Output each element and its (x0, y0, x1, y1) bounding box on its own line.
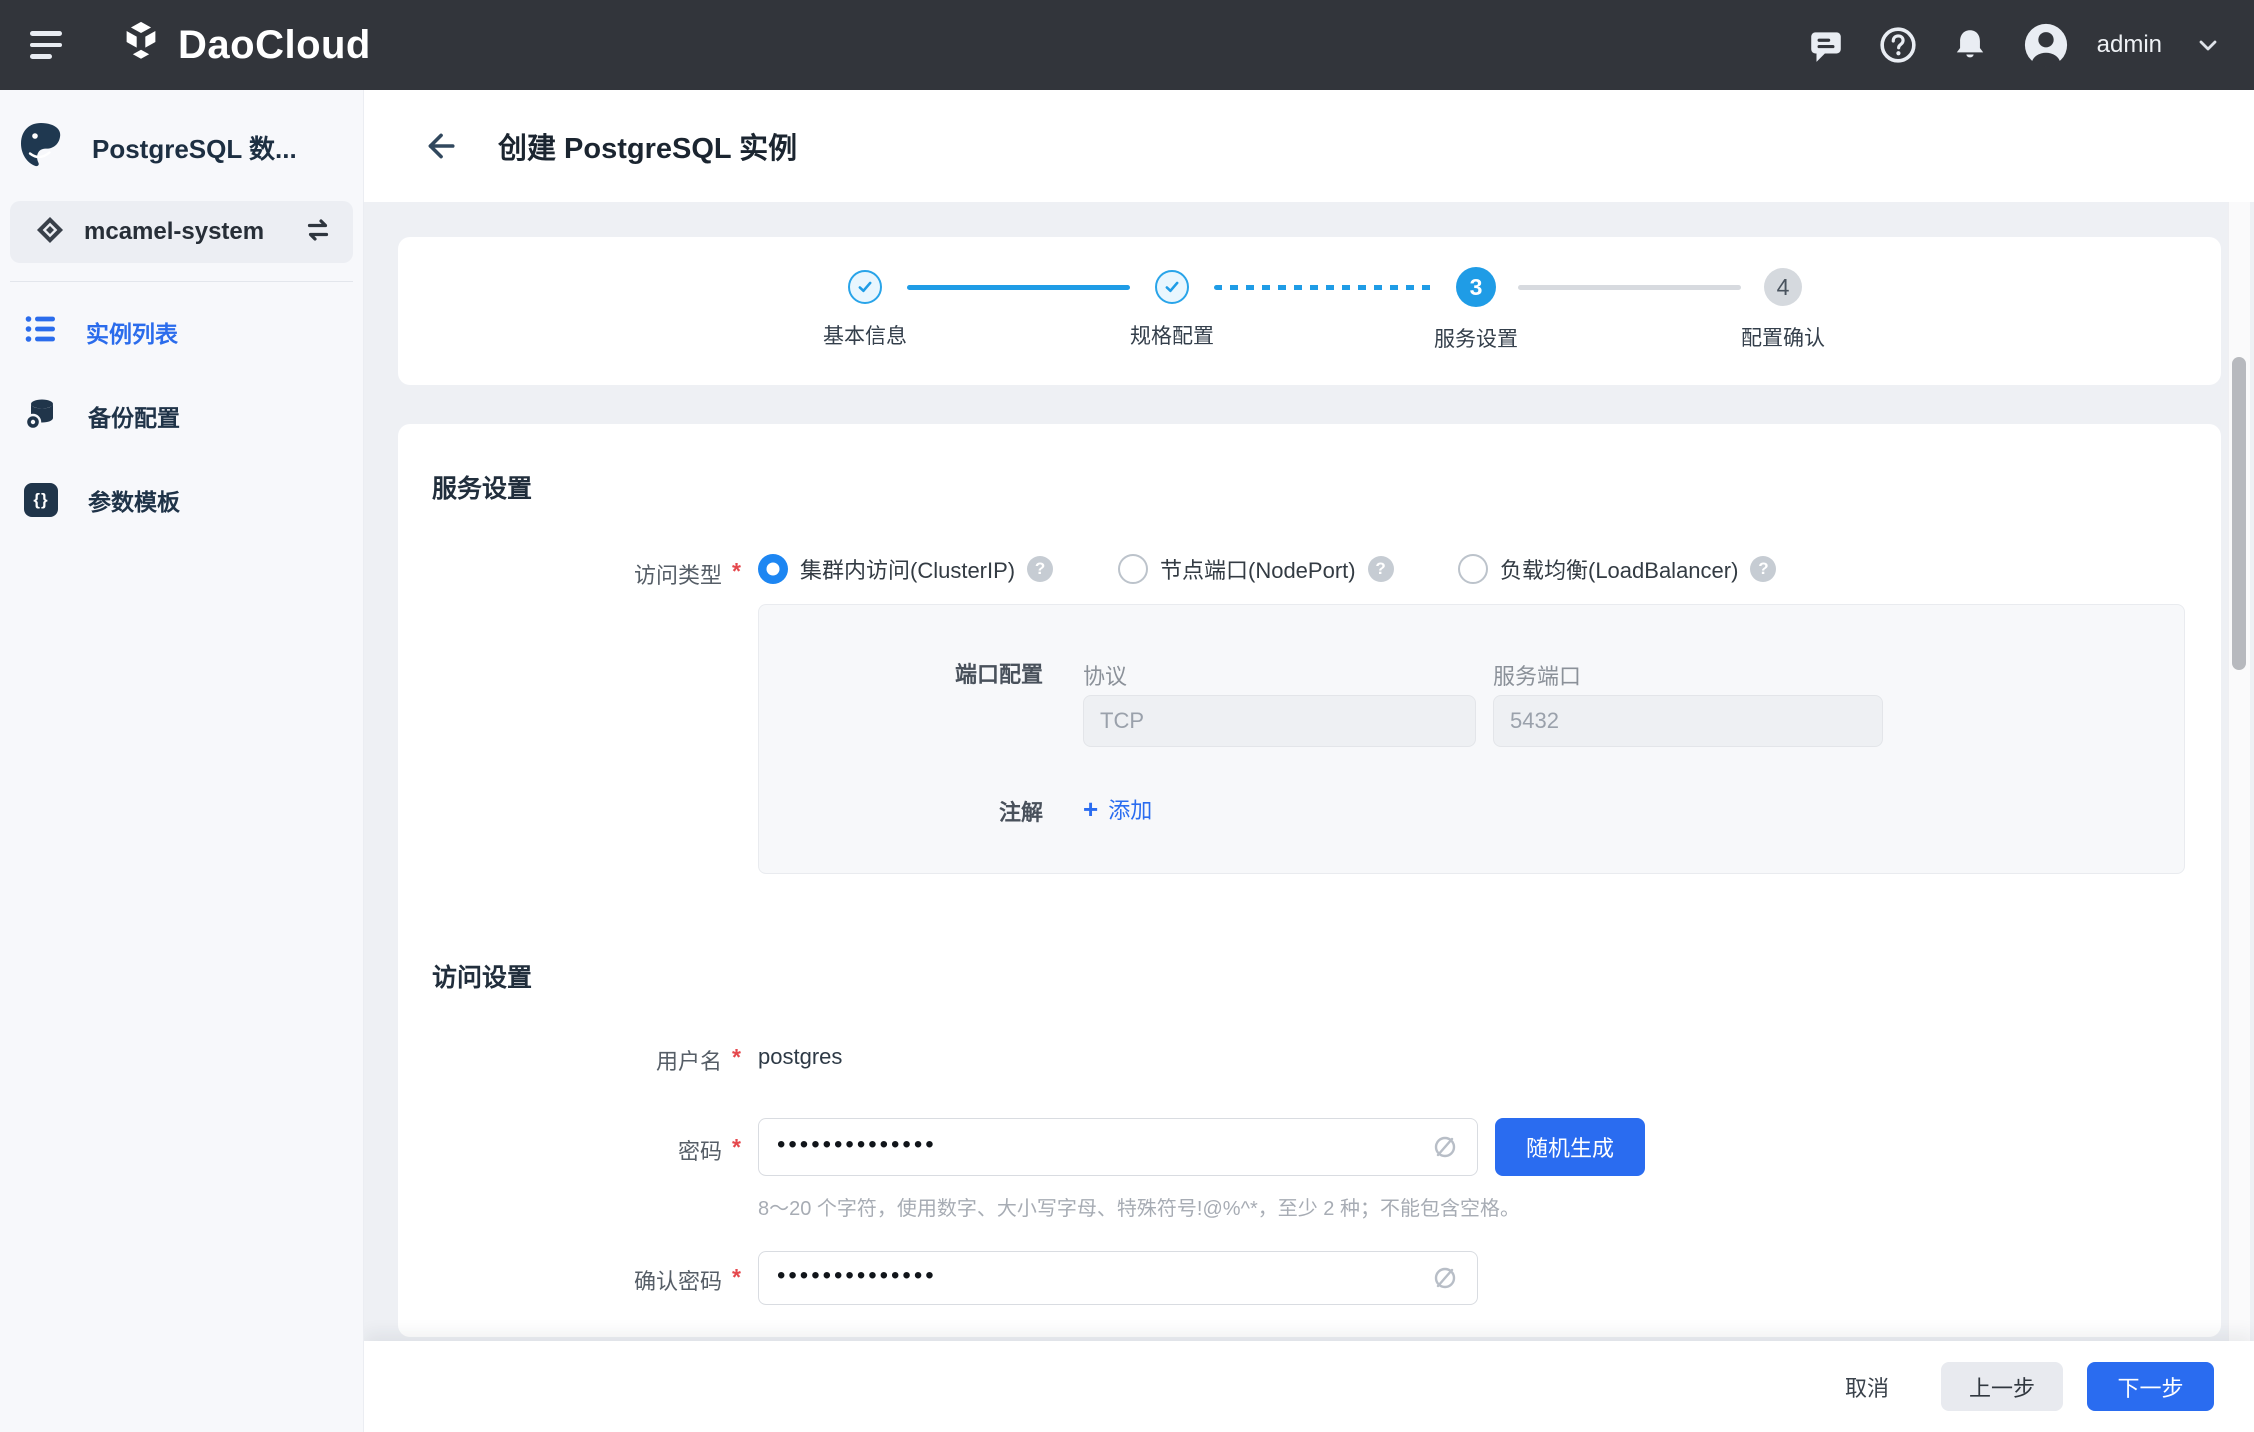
port-config-label: 端口配置 (759, 657, 1043, 689)
sidebar-item-parameter-template[interactable]: {} 参数模板 (0, 458, 363, 542)
swap-icon[interactable] (303, 215, 333, 250)
eye-off-icon[interactable] (1431, 1264, 1459, 1292)
daocloud-logo (118, 20, 164, 71)
step-label: 服务设置 (1366, 323, 1586, 353)
step-number: 3 (1456, 267, 1496, 307)
hamburger-icon[interactable] (30, 27, 66, 63)
plus-icon: + (1083, 798, 1098, 820)
radio-clusterip[interactable]: 集群内访问(ClusterIP) ? (758, 553, 1053, 585)
eye-off-icon[interactable] (1431, 1133, 1459, 1161)
radio-label: 节点端口(NodePort) (1160, 553, 1356, 585)
service-port-label: 服务端口 (1493, 659, 1581, 691)
required-marker: * (732, 1264, 756, 1291)
add-label: 添加 (1108, 793, 1152, 825)
page-header: 创建 PostgreSQL 实例 (364, 90, 2254, 202)
next-step-button[interactable]: 下一步 (2087, 1362, 2214, 1411)
step-label: 基本信息 (755, 320, 975, 350)
protocol-label: 协议 (1083, 659, 1127, 691)
workspace-name: mcamel-system (84, 218, 264, 246)
service-settings-form: 服务设置 访问类型 * 集群内访问(ClusterIP) ? 节点端口(Node… (398, 424, 2221, 1337)
sidebar-item-instance-list[interactable]: 实例列表 (0, 290, 363, 374)
username-label: 用户名 (398, 1044, 722, 1076)
postgresql-logo (16, 120, 66, 175)
step-number: 4 (1764, 268, 1802, 306)
radio-nodeport[interactable]: 节点端口(NodePort) ? (1118, 553, 1394, 585)
username-value: postgres (758, 1044, 842, 1070)
workspace-selector[interactable]: mcamel-system (10, 201, 353, 263)
brand: DaoCloud (118, 20, 371, 71)
app-title: PostgreSQL 数... (92, 129, 297, 166)
bell-icon[interactable] (1951, 26, 1989, 64)
step-confirm: 4 配置确认 (1673, 267, 1893, 352)
radio-unselected-icon[interactable] (1118, 554, 1148, 584)
sidebar-item-backup-config[interactable]: 备份配置 (0, 374, 363, 458)
chevron-down-icon[interactable] (2196, 33, 2220, 57)
sidebar-item-label: 参数模板 (88, 483, 180, 517)
confirm-password-masked-value: •••••••••••••• (777, 1264, 1431, 1288)
content: 基本信息 规格配置 3 服务设置 4 配置确认 服务设置 访问类型 * 集群内访… (364, 202, 2254, 1341)
section-title-service: 服务设置 (432, 469, 532, 505)
password-masked-value: •••••••••••••• (777, 1133, 1431, 1157)
confirm-password-label: 确认密码 (398, 1264, 722, 1296)
question-icon[interactable]: ? (1368, 556, 1394, 582)
sidebar-divider (10, 281, 353, 282)
cancel-button[interactable]: 取消 (1845, 1371, 1889, 1403)
back-arrow-icon[interactable] (422, 128, 458, 164)
step-label: 规格配置 (1062, 320, 1282, 350)
backup-icon (24, 396, 58, 436)
sidebar-item-label: 备份配置 (88, 399, 180, 433)
question-icon[interactable]: ? (1027, 556, 1053, 582)
step-service-settings: 3 服务设置 (1366, 267, 1586, 353)
required-marker: * (732, 558, 756, 585)
question-icon[interactable]: ? (1750, 556, 1776, 582)
step-basic-info: 基本信息 (755, 267, 975, 350)
required-marker: * (732, 1134, 756, 1161)
generate-password-button[interactable]: 随机生成 (1495, 1118, 1645, 1176)
list-icon (24, 313, 56, 351)
stepper: 基本信息 规格配置 3 服务设置 4 配置确认 (398, 237, 2221, 385)
required-marker: * (732, 1044, 756, 1071)
radio-selected-icon[interactable] (758, 554, 788, 584)
protocol-input[interactable]: TCP (1083, 695, 1476, 747)
check-icon (1155, 270, 1189, 304)
section-title-access: 访问设置 (432, 958, 532, 994)
brand-name: DaoCloud (178, 23, 371, 68)
port-config-panel: 端口配置 协议 TCP 服务端口 5432 注解 + 添加 (758, 604, 2185, 874)
workspace-cube-icon (34, 214, 66, 251)
radio-label: 负载均衡(LoadBalancer) (1500, 553, 1738, 585)
password-field[interactable]: •••••••••••••• (758, 1118, 1478, 1176)
access-type-label: 访问类型 (398, 558, 722, 590)
previous-step-button[interactable]: 上一步 (1941, 1362, 2063, 1411)
sidebar-item-label: 实例列表 (86, 315, 178, 349)
radio-label: 集群内访问(ClusterIP) (800, 553, 1015, 585)
username-label[interactable]: admin (2097, 31, 2162, 59)
sidebar-app-header: PostgreSQL 数... (0, 90, 363, 201)
password-label: 密码 (398, 1134, 722, 1166)
page-title: 创建 PostgreSQL 实例 (498, 125, 797, 167)
wizard-footer: 取消 上一步 下一步 (364, 1341, 2254, 1432)
password-hint: 8～20 个字符，使用数字、大小写字母、特殊符号!@%^*，至少 2 种；不能包… (758, 1192, 1520, 1221)
topbar: DaoCloud (0, 0, 2254, 90)
check-icon (848, 270, 882, 304)
add-annotation-button[interactable]: + 添加 (1083, 793, 1152, 825)
confirm-password-field[interactable]: •••••••••••••• (758, 1251, 1478, 1305)
avatar[interactable] (2023, 22, 2069, 68)
radio-unselected-icon[interactable] (1458, 554, 1488, 584)
chat-icon[interactable] (1807, 26, 1845, 64)
braces-icon: {} (24, 483, 58, 517)
service-port-input[interactable]: 5432 (1493, 695, 1883, 747)
step-label: 配置确认 (1673, 322, 1893, 352)
radio-loadbalancer[interactable]: 负载均衡(LoadBalancer) ? (1458, 553, 1776, 585)
step-spec-config: 规格配置 (1062, 267, 1282, 350)
scrollbar-thumb[interactable] (2232, 357, 2246, 670)
sidebar: PostgreSQL 数... mcamel-system 实例列表 (0, 90, 364, 1432)
help-icon[interactable] (1879, 26, 1917, 64)
annotation-label: 注解 (759, 795, 1043, 827)
